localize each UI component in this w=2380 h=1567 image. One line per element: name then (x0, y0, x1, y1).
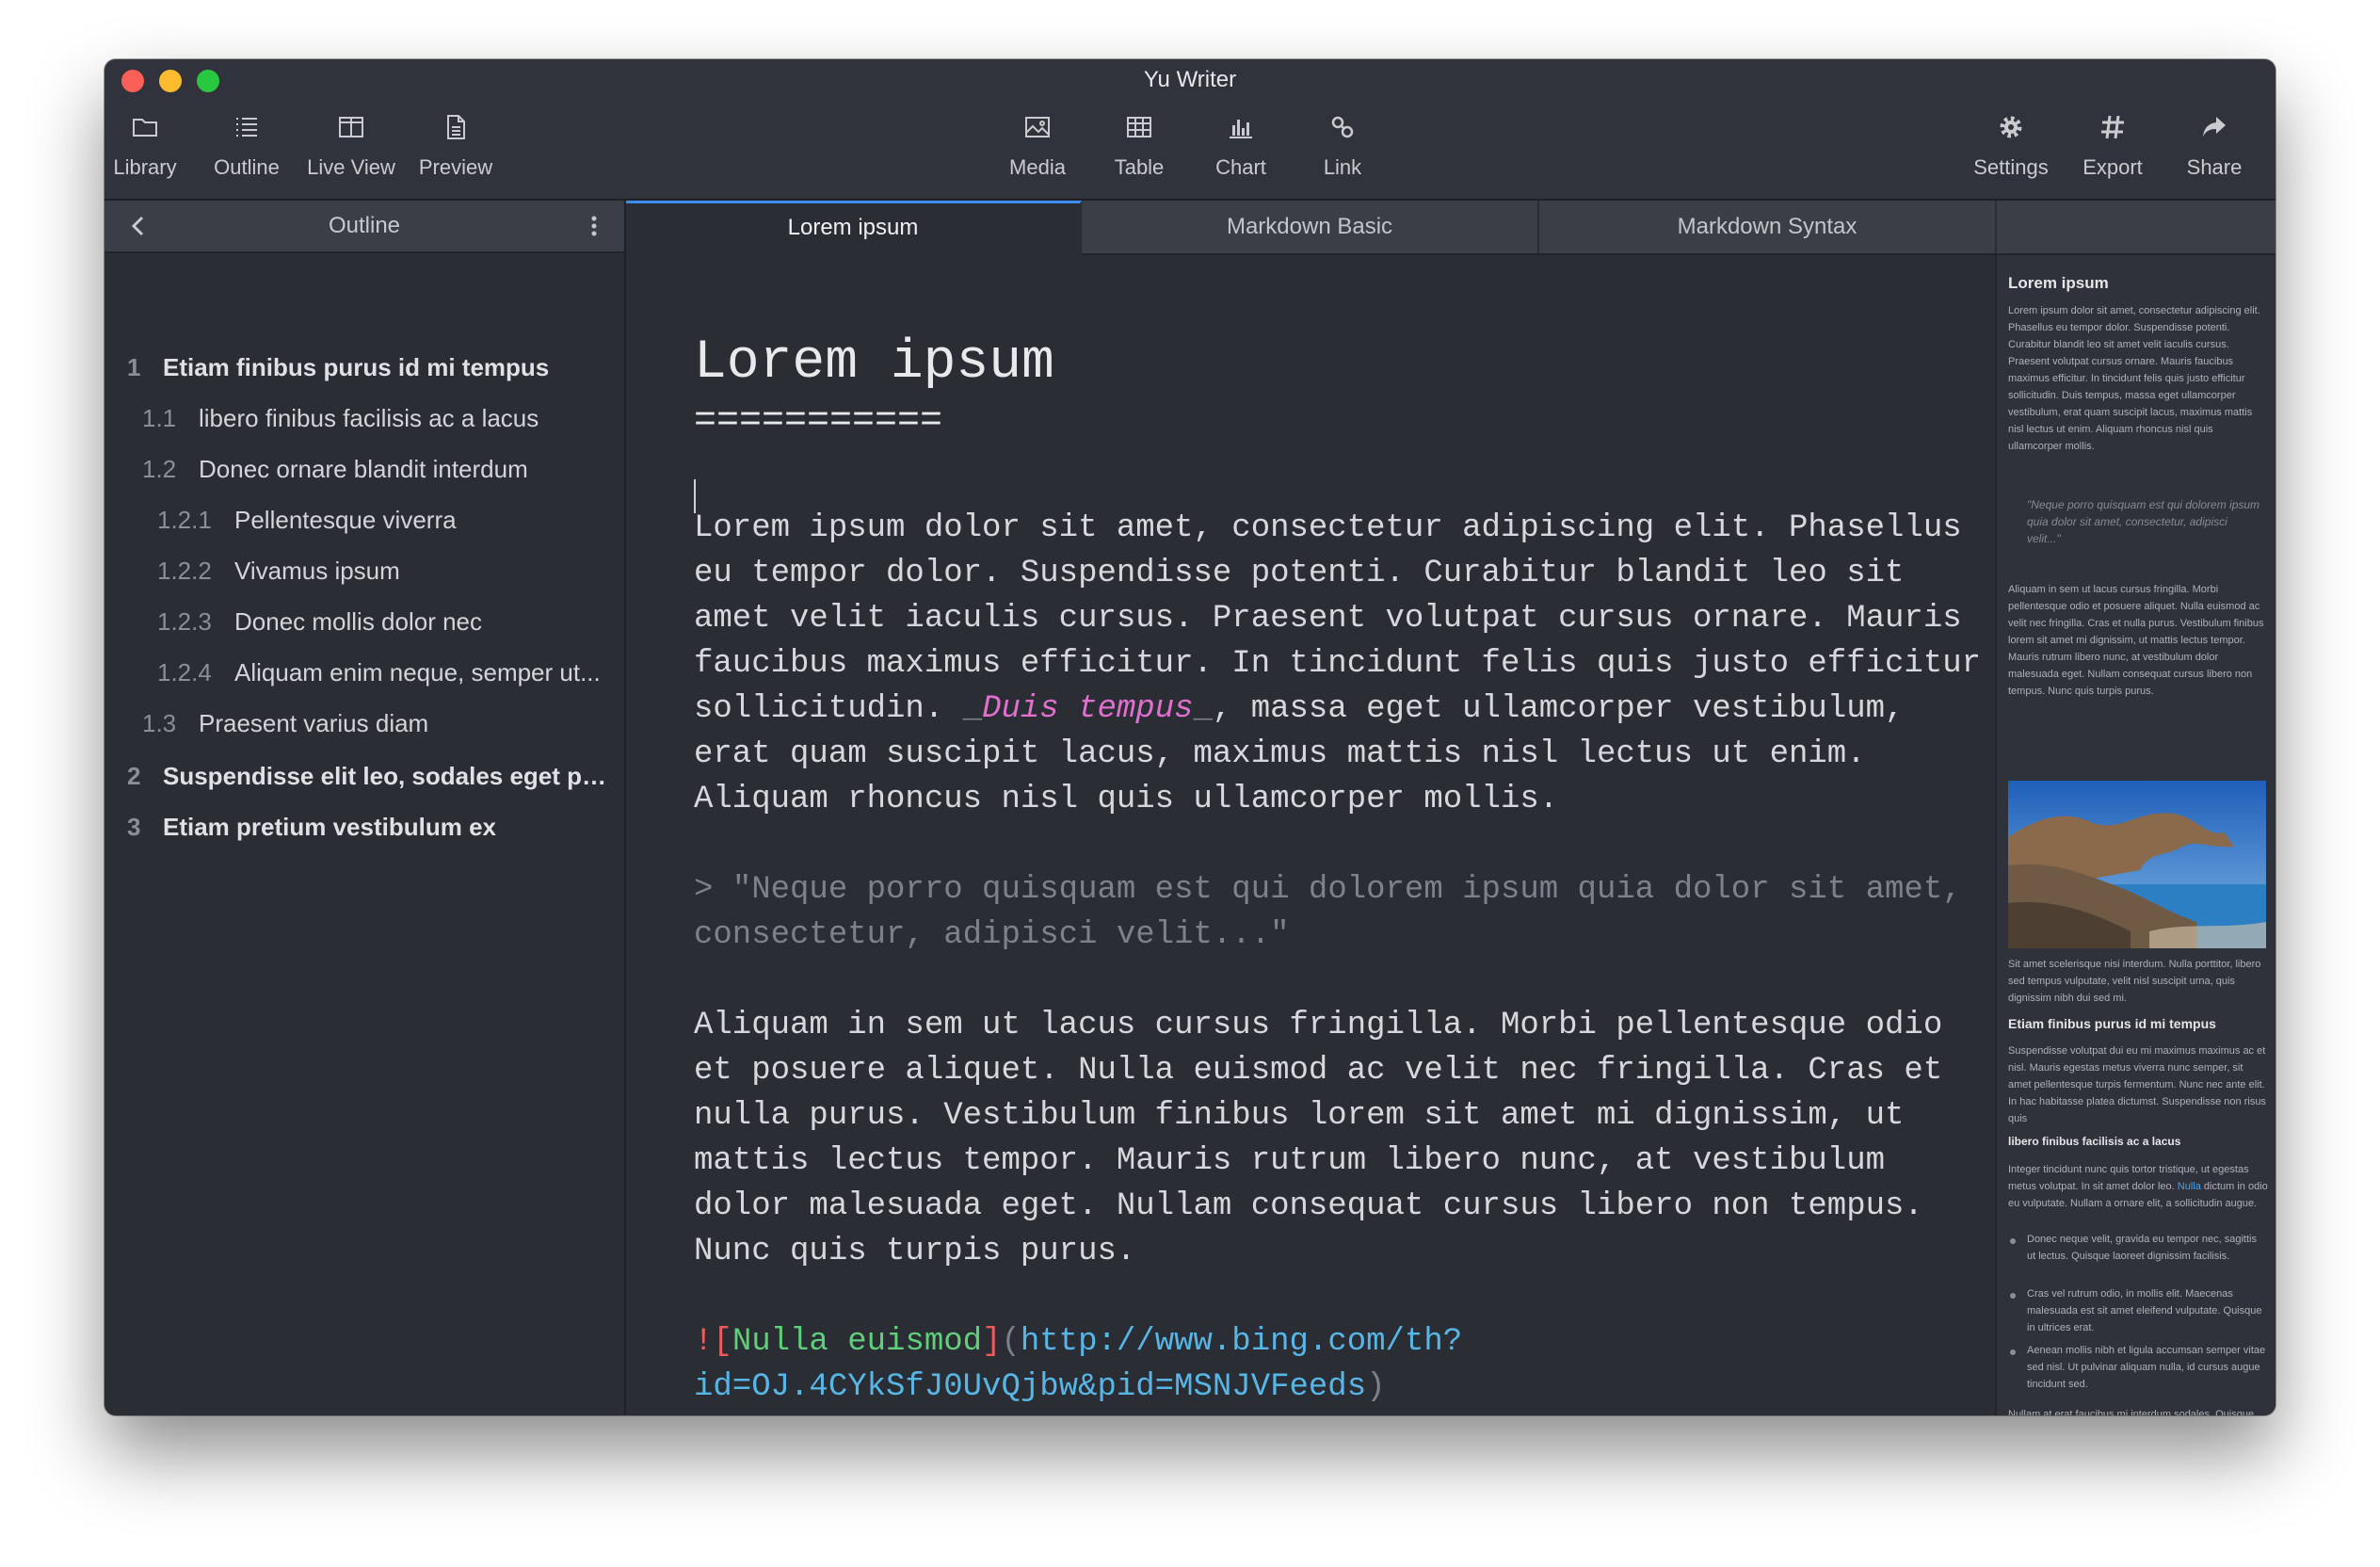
outline-label: Outline (214, 155, 280, 179)
settings-button[interactable]: Settings (1959, 108, 2063, 180)
export-button[interactable]: Export (2061, 108, 2164, 180)
editor-line: sollicitudin. _Duis tempus_, massa eget … (694, 691, 1905, 727)
bullet-icon (2010, 1293, 2016, 1299)
editor-line: Aliquam in sem ut lacus cursus fringilla… (694, 1008, 1943, 1043)
hash-icon (2061, 108, 2164, 146)
settings-label: Settings (1973, 155, 2049, 179)
folder-icon (105, 108, 197, 146)
preview-paragraph: Sit amet scelerisque nisi interdum. Null… (2008, 959, 2261, 1004)
window-title: Yu Writer (1143, 67, 1237, 92)
editor-line: et posuere aliquet. Nulla euismod ac vel… (694, 1053, 1943, 1089)
outline-item[interactable]: 1.2 Donec ornare blandit interdum (142, 455, 607, 484)
chart-label: Chart (1215, 155, 1266, 179)
more-options-icon[interactable] (590, 214, 598, 238)
library-label: Library (113, 155, 177, 179)
preview-label: Preview (418, 155, 493, 179)
outline-item[interactable]: 3 Etiam pretium vestibulum ex (127, 813, 607, 842)
tab-lorem-ipsum[interactable]: Lorem ipsum (626, 201, 1082, 255)
preview-list-item: Cras vel rutrum odio, in mollis elit. Ma… (2027, 1288, 2262, 1333)
link-label: Link (1323, 155, 1362, 179)
share-arrow-icon (2163, 108, 2266, 146)
outline-item[interactable]: 1.3 Praesent varius diam (142, 709, 607, 738)
image-markup-line: id=OJ.4CYkSfJ0UvQjbw&pid=MSNJVFeeds) (694, 1369, 1386, 1405)
bar-chart-icon (1189, 108, 1293, 146)
preview-link[interactable]: Nulla (2178, 1181, 2201, 1192)
editor-line: mattis lectus tempor. Mauris rutrum libe… (694, 1143, 1886, 1179)
preview-list-item: Donec neque velit, gravida eu tempor nec… (2027, 1234, 2257, 1262)
outline-pane: Outline 1 Etiam finibus purus id mi tempu… (105, 201, 626, 1415)
link-button[interactable]: Link (1291, 108, 1394, 180)
landscape-image (2008, 781, 2266, 948)
document-tabs: Lorem ipsum Markdown Basic Markdown Synt… (626, 201, 2275, 255)
outline-item[interactable]: 2 Suspendisse elit leo, sodales eget pla.… (127, 762, 607, 791)
image-url: http://www.bing.com/th? (1020, 1324, 1463, 1360)
preview-blockquote: "Neque porro quisquam est qui dolorem ip… (2027, 498, 2260, 545)
blockquote-line: > "Neque porro quisquam est qui dolorem … (694, 872, 1962, 908)
editor-line: dolor malesuada eget. Nullam consequat c… (694, 1188, 1923, 1224)
document-icon (404, 108, 507, 146)
outline-item[interactable]: 1.2.3 Donec mollis dolor nec (157, 607, 607, 637)
editor-line: Lorem ipsum dolor sit amet, consectetur … (694, 510, 1962, 546)
editor-heading-underline: =========== (694, 400, 943, 443)
image-url: id=OJ.4CYkSfJ0UvQjbw&pid=MSNJVFeeds (694, 1369, 1367, 1405)
preview-paragraph: Aliquam in sem ut lacus cursus fringilla… (2008, 584, 2264, 697)
live-view-label: Live View (307, 155, 395, 179)
outline-button[interactable]: Outline (195, 108, 298, 180)
tab-markdown-basic[interactable]: Markdown Basic (1082, 201, 1539, 253)
library-button[interactable]: Library (105, 108, 197, 180)
live-view-button[interactable]: Live View (299, 108, 403, 180)
gear-icon (1959, 108, 2063, 146)
outline-item[interactable]: 1.2.4 Aliquam enim neque, semper ut... (157, 658, 607, 687)
bullet-icon (2010, 1349, 2016, 1355)
preview-paragraph: Integer tincidunt nunc quis tortor trist… (2008, 1164, 2268, 1209)
bullet-icon (2010, 1238, 2016, 1244)
preview-paragraph: Nullam at erat faucibus mi interdum soda… (2008, 1409, 2255, 1415)
preview-paragraph: Lorem ipsum dolor sit amet, consectetur … (2008, 305, 2260, 452)
split-view-icon (299, 108, 403, 146)
media-label: Media (1009, 155, 1066, 179)
outline-item[interactable]: 1.1 libero finibus facilisis ac a lacus (142, 404, 607, 433)
preview-subheading: Etiam finibus purus id mi tempus (2008, 1016, 2216, 1031)
image-alt-text: Nulla euismod (732, 1324, 983, 1360)
image-markup-line: ![Nulla euismod](http://www.bing.com/th? (694, 1324, 1463, 1360)
table-button[interactable]: Table (1087, 108, 1191, 180)
tab-markdown-syntax[interactable]: Markdown Syntax (1539, 201, 1997, 253)
preview-button[interactable]: Preview (404, 108, 507, 180)
editor-line: erat quam suscipit lacus, maximus mattis… (694, 736, 1866, 772)
editor-line: eu tempor dolor. Suspendisse potenti. Cu… (694, 556, 1905, 591)
image-icon (986, 108, 1089, 146)
preview-heading: Lorem ipsum (2008, 274, 2109, 292)
media-button[interactable]: Media (986, 108, 1089, 180)
editor-line: Aliquam rhoncus nisl quis ullamcorper mo… (694, 782, 1559, 817)
editor-line: amet velit iaculis cursus. Praesent volu… (694, 601, 1962, 637)
editor-line: nulla purus. Vestibulum finibus lorem si… (694, 1098, 1905, 1134)
blockquote-line: consectetur, adipisci velit..." (694, 917, 1290, 953)
preview-list-item: Aenean mollis nibh et ligula accumsan se… (2027, 1345, 2266, 1390)
outline-title: Outline (328, 213, 401, 238)
chart-button[interactable]: Chart (1189, 108, 1293, 180)
table-label: Table (1114, 155, 1165, 179)
outline-item[interactable]: 1 Etiam finibus purus id mi tempus (127, 353, 607, 382)
list-icon (195, 108, 298, 146)
preview-subheading: libero finibus facilisis ac a lacus (2008, 1135, 2181, 1148)
emphasis-text: Duis tempus (982, 691, 1194, 727)
table-icon (1087, 108, 1191, 146)
markdown-editor[interactable]: Lorem ipsum =========== Lorem ipsum dolo… (626, 255, 1995, 1415)
link-icon (1291, 108, 1394, 146)
outline-item[interactable]: 1.2.1 Pellentesque viverra (157, 506, 607, 535)
share-label: Share (2186, 155, 2243, 179)
preview-pane: Lorem ipsum Lorem ipsum dolor sit amet, … (1995, 255, 2275, 1415)
outline-item[interactable]: 1.2.2 Vivamus ipsum (157, 557, 607, 586)
export-label: Export (2082, 155, 2143, 179)
app-window: Yu Writer Library Outline Live View Prev… (105, 59, 2275, 1415)
toolbar: Yu Writer Library Outline Live View Prev… (105, 59, 2275, 201)
editor-heading: Lorem ipsum (694, 332, 1054, 394)
share-button[interactable]: Share (2163, 108, 2266, 180)
preview-paragraph: Suspendisse volutpat dui eu mi maximus m… (2008, 1045, 2266, 1124)
outline-header: Outline (105, 201, 624, 253)
editor-line: faucibus maximus efficitur. In tincidunt… (694, 646, 1982, 682)
editor-line: Nunc quis turpis purus. (694, 1234, 1136, 1269)
